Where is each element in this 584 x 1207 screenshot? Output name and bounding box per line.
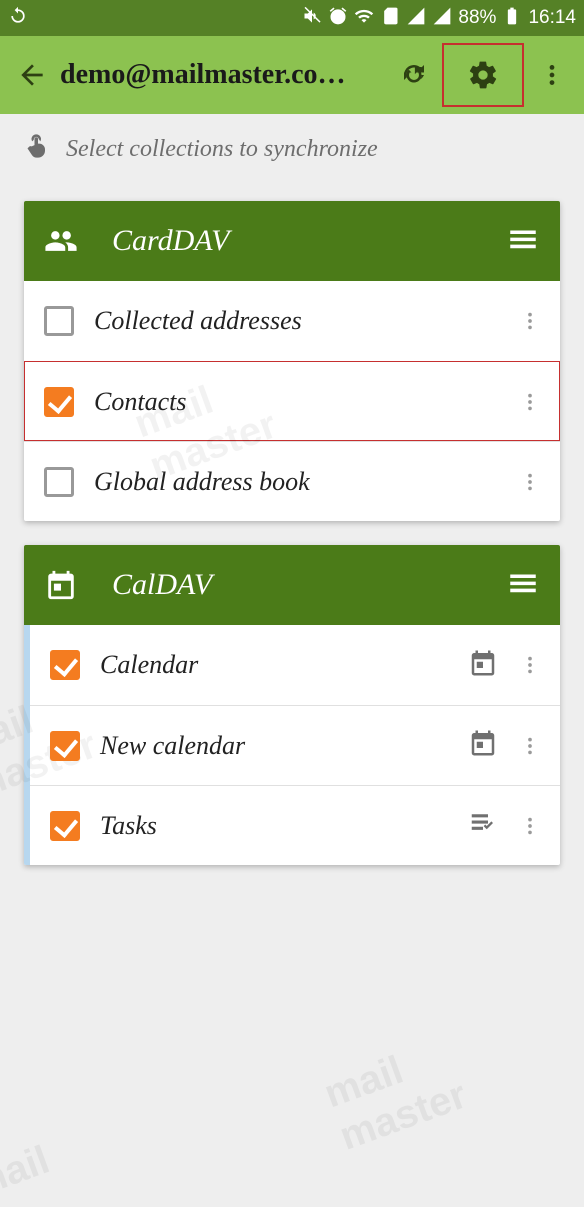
row-label: Collected addresses <box>94 306 516 336</box>
clock-time: 16:14 <box>528 7 576 29</box>
checkbox[interactable] <box>44 387 74 417</box>
caldav-title: CalDAV <box>84 568 506 602</box>
checkbox[interactable] <box>44 306 74 336</box>
overflow-menu-button[interactable] <box>524 47 580 103</box>
caldav-card: CalDAV Calendar New calendar Tasks <box>24 545 560 865</box>
row-menu-button[interactable] <box>516 462 544 502</box>
carddav-menu-button[interactable] <box>506 222 540 261</box>
sim-icon <box>380 6 400 31</box>
row-menu-button[interactable] <box>516 382 544 422</box>
caldav-row[interactable]: New calendar <box>30 705 560 785</box>
checkbox[interactable] <box>50 811 80 841</box>
app-bar: demo@mailmaster.co… <box>0 36 584 114</box>
touch-icon <box>24 132 52 167</box>
sync-hint: Select collections to synchronize <box>0 114 584 177</box>
status-bar: 88% 16:14 <box>0 0 584 36</box>
row-label: New calendar <box>100 731 468 761</box>
checkbox[interactable] <box>44 467 74 497</box>
tasks-icon <box>468 808 498 843</box>
row-menu-button[interactable] <box>516 726 544 766</box>
carddav-title: CardDAV <box>84 224 506 258</box>
caldav-row[interactable]: Tasks <box>30 785 560 865</box>
caldav-header: CalDAV <box>24 545 560 625</box>
back-button[interactable] <box>4 47 60 103</box>
refresh-button[interactable] <box>386 47 442 103</box>
sync-status-icon <box>8 6 28 31</box>
carddav-row[interactable]: Collected addresses <box>24 281 560 361</box>
row-label: Global address book <box>94 467 516 497</box>
row-label: Contacts <box>94 387 516 417</box>
calendar-icon <box>44 568 84 602</box>
contacts-icon <box>44 224 84 258</box>
signal-icon-1 <box>406 6 426 31</box>
wifi-icon <box>354 6 374 31</box>
battery-icon <box>502 6 522 31</box>
caldav-row[interactable]: Calendar <box>30 625 560 705</box>
settings-button[interactable] <box>442 43 524 107</box>
battery-percent: 88% <box>458 7 496 29</box>
alarm-icon <box>328 6 348 31</box>
calendar-small-icon <box>468 728 498 763</box>
row-menu-button[interactable] <box>516 806 544 846</box>
carddav-header: CardDAV <box>24 201 560 281</box>
calendar-small-icon <box>468 648 498 683</box>
signal-icon-2 <box>432 6 452 31</box>
carddav-card: CardDAV Collected addresses Contacts Globa… <box>24 201 560 521</box>
sync-hint-text: Select collections to synchronize <box>66 136 378 163</box>
caldav-menu-button[interactable] <box>506 566 540 605</box>
row-label: Calendar <box>100 650 468 680</box>
row-menu-button[interactable] <box>516 301 544 341</box>
checkbox[interactable] <box>50 650 80 680</box>
carddav-row[interactable]: Global address book <box>24 441 560 521</box>
row-menu-button[interactable] <box>516 645 544 685</box>
checkbox[interactable] <box>50 731 80 761</box>
mute-icon <box>302 6 322 31</box>
row-label: Tasks <box>100 811 468 841</box>
account-title: demo@mailmaster.co… <box>60 59 386 91</box>
carddav-row[interactable]: Contacts <box>24 361 560 441</box>
